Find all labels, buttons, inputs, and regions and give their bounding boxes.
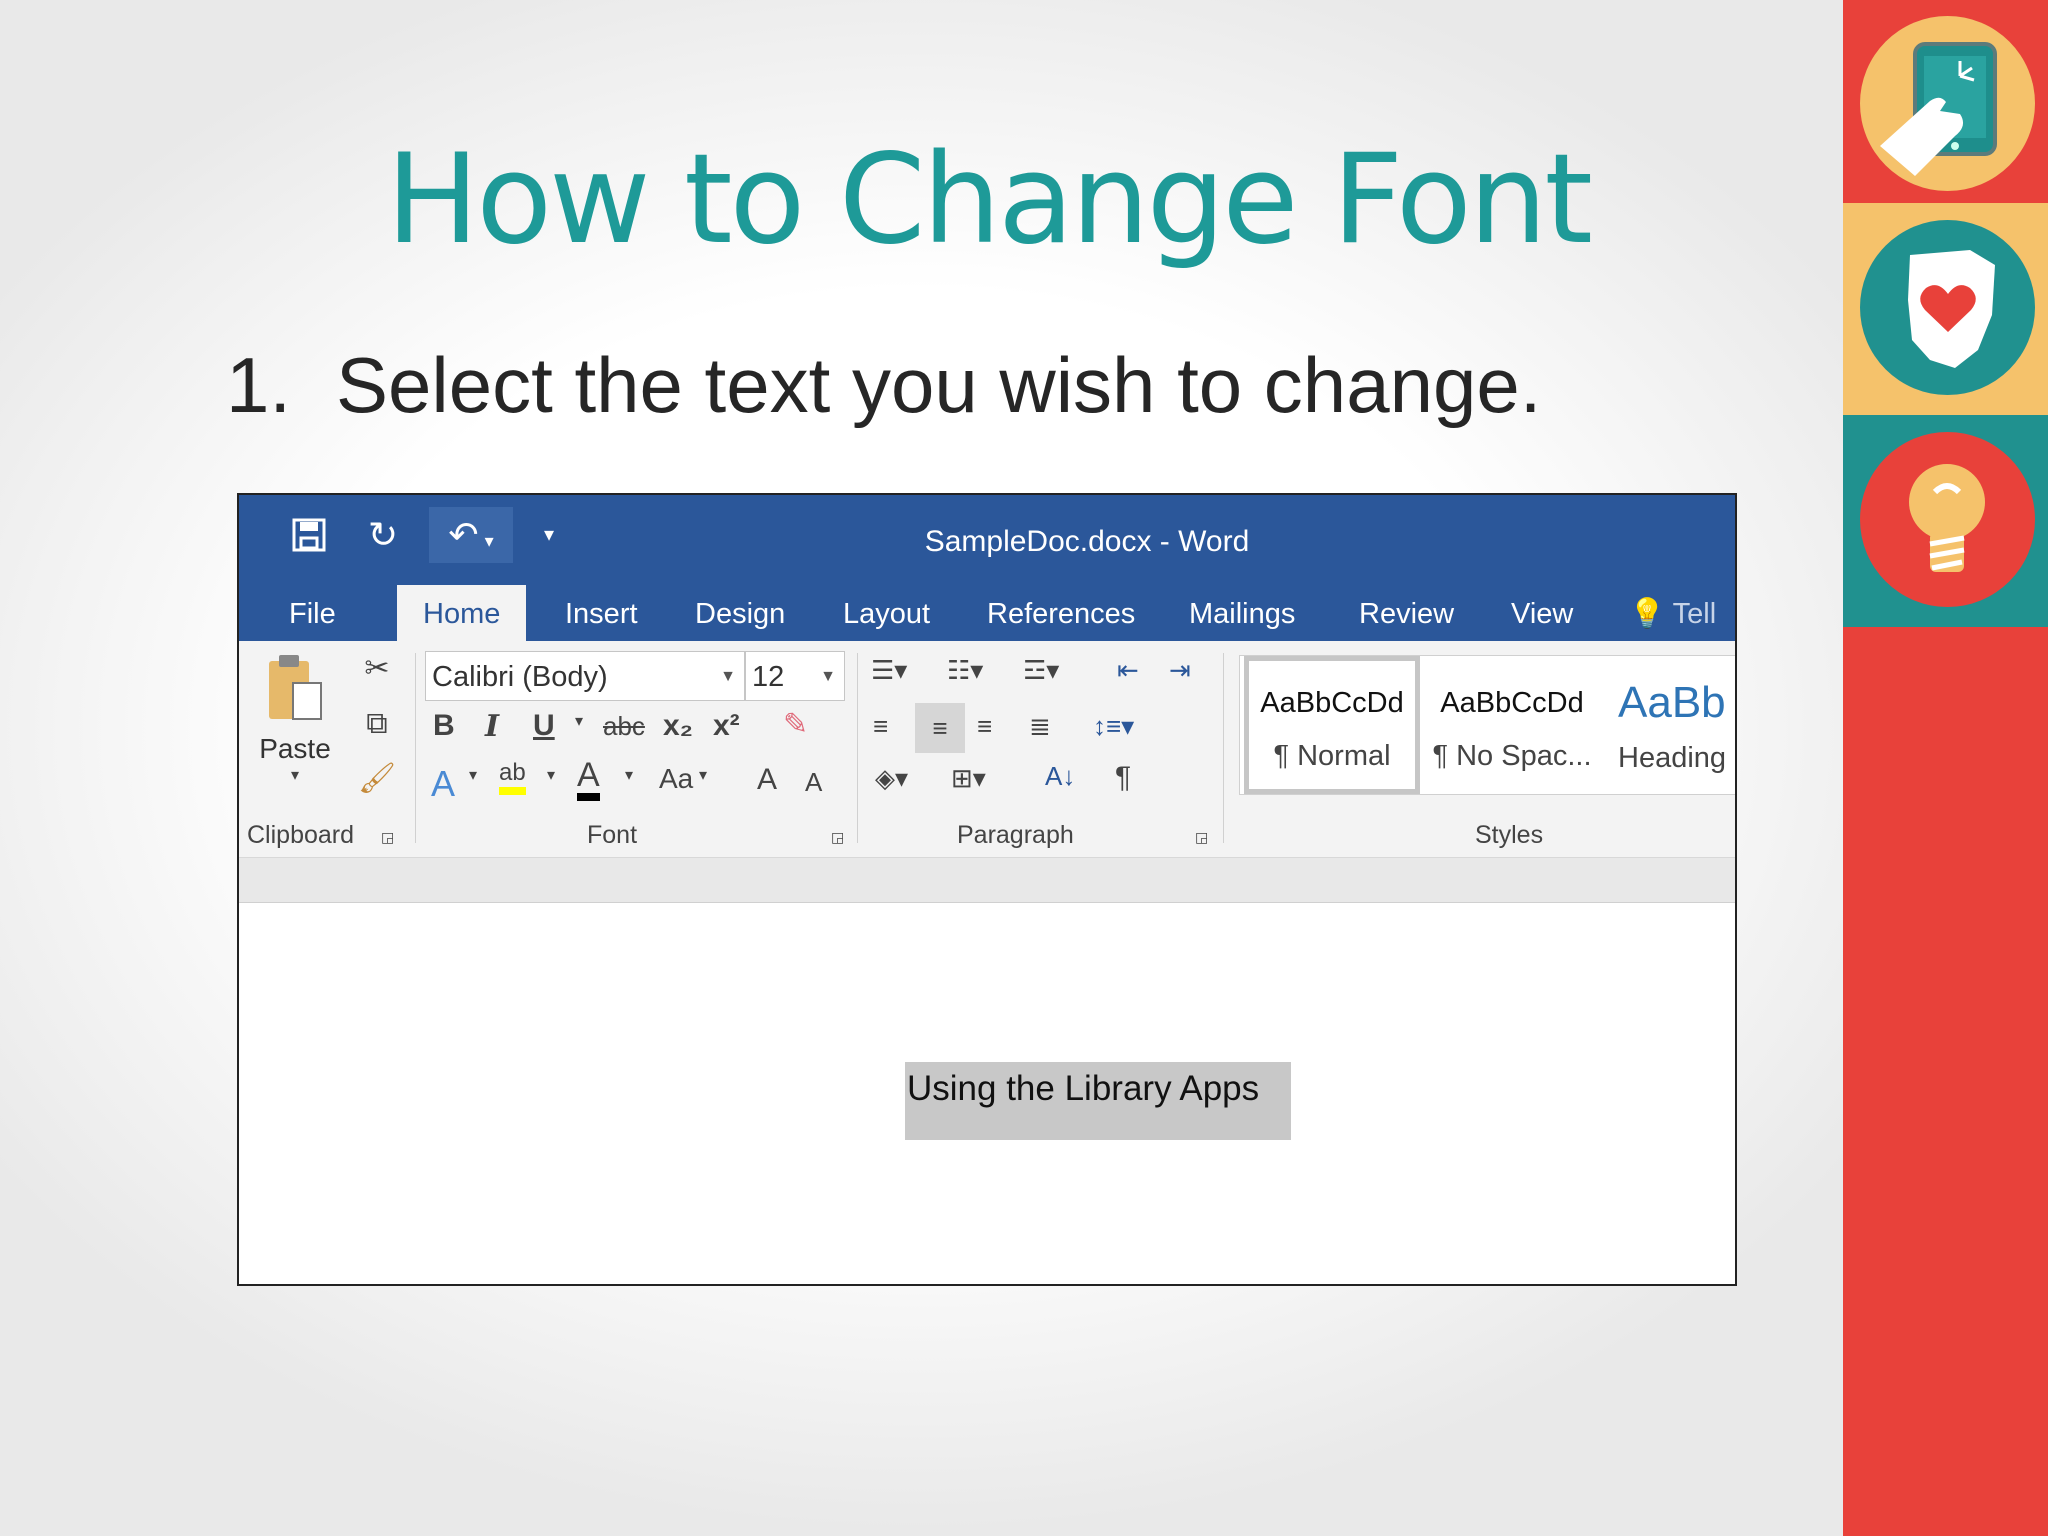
tab-references[interactable]: References (987, 585, 1135, 641)
separator (857, 653, 858, 843)
clipboard-group-label: Clipboard (247, 821, 355, 849)
numbering-icon[interactable]: ☷▾ (947, 655, 983, 686)
clipboard-icon (269, 655, 322, 720)
highlight-dropdown-icon[interactable]: ▾ (547, 765, 555, 785)
window-title: SampleDoc.docx - Word (924, 525, 1250, 558)
style-name: ¶ No Spac... (1432, 740, 1592, 772)
justify-icon[interactable]: ≣ (1029, 711, 1051, 742)
change-case-button[interactable]: Aa (659, 763, 693, 795)
align-left-icon[interactable]: ≡ (873, 711, 888, 742)
separator (415, 653, 416, 843)
style-heading[interactable]: AaBb Heading (1604, 656, 1735, 794)
highlight-button[interactable]: ab (499, 759, 526, 795)
tab-view[interactable]: View (1511, 585, 1573, 641)
tab-layout[interactable]: Layout (843, 585, 930, 641)
align-right-icon[interactable]: ≡ (977, 711, 992, 742)
text-effects-button[interactable]: A (431, 763, 455, 805)
step-text: Select the text you wish to change. (336, 341, 1542, 429)
multilevel-list-icon[interactable]: ☲▾ (1023, 655, 1059, 686)
word-titlebar: ↻ ↶ ▾ ▾ SampleDoc.docx - Word File Home I… (239, 495, 1735, 641)
shading-icon[interactable]: ◈▾ (875, 763, 908, 794)
ribbon-tabs: File Home Insert Design Layout Reference… (239, 585, 1735, 641)
align-center-icon[interactable]: ≡ (915, 703, 965, 753)
font-name-combo[interactable]: Calibri (Body) ▼ (425, 651, 745, 701)
paragraph-group-label: Paragraph (957, 821, 1074, 849)
lightbulb-icon (1860, 432, 2035, 607)
format-painter-icon[interactable]: 🖌 (357, 761, 397, 796)
borders-icon[interactable]: ⊞▾ (951, 763, 986, 794)
style-no-spacing[interactable]: AaBbCcDd ¶ No Spac... (1424, 656, 1600, 794)
cut-icon[interactable]: ✂ (357, 651, 397, 686)
tab-design[interactable]: Design (695, 585, 785, 641)
font-size-combo[interactable]: 12 ▼ (745, 651, 845, 701)
underline-button[interactable]: U (533, 709, 555, 743)
tab-insert[interactable]: Insert (565, 585, 638, 641)
ribbon-home: Paste ▾ ✂ ⧉ 🖌 Clipboard ◲ Calibri (Body)… (239, 641, 1735, 903)
word-screenshot: ↻ ↶ ▾ ▾ SampleDoc.docx - Word File Home I… (237, 493, 1737, 1286)
font-group-label: Font (587, 821, 638, 849)
clipboard-launcher-icon[interactable]: ◲ (381, 829, 394, 846)
selected-text[interactable]: Using the Library Apps (905, 1062, 1291, 1140)
step-number: 1. (226, 341, 292, 429)
copy-icon[interactable]: ⧉ (357, 707, 397, 741)
grow-font-button[interactable]: A (757, 763, 777, 797)
tab-file[interactable]: File (289, 585, 336, 641)
change-case-dropdown-icon[interactable]: ▾ (699, 765, 707, 785)
font-size-dropdown-icon[interactable]: ▼ (820, 652, 836, 702)
style-preview: AaBbCcDd (1440, 687, 1584, 719)
clear-formatting-icon[interactable]: ✎ (783, 707, 808, 742)
styles-group-label: Styles (1475, 821, 1544, 849)
paragraph-launcher-icon[interactable]: ◲ (1195, 829, 1208, 846)
underline-dropdown-icon[interactable]: ▾ (575, 711, 583, 731)
tab-home[interactable]: Home (397, 585, 527, 641)
strikethrough-button[interactable]: abc (603, 711, 645, 742)
paste-dropdown-icon: ▾ (290, 767, 300, 784)
ohio-heart-icon (1860, 220, 2035, 395)
italic-button[interactable]: I (485, 709, 499, 744)
style-name: Heading (1618, 742, 1727, 774)
style-normal[interactable]: AaBbCcDd ¶ Normal (1244, 656, 1420, 794)
font-name-dropdown-icon[interactable]: ▼ (720, 652, 736, 702)
tab-mailings[interactable]: Mailings (1189, 585, 1295, 641)
style-preview: AaBbCcDd (1260, 687, 1404, 719)
shrink-font-button[interactable]: A (805, 767, 822, 798)
increase-indent-icon[interactable]: ⇥ (1169, 655, 1191, 686)
ruler-strip (239, 857, 1735, 903)
separator (1223, 653, 1224, 843)
sort-button[interactable]: A↓ (1045, 761, 1075, 792)
styles-gallery: AaBbCcDd ¶ Normal AaBbCcDd ¶ No Spac... … (1239, 655, 1735, 795)
slide-title: How to Change Font (386, 128, 1593, 272)
side-bar (1843, 0, 2048, 1536)
font-launcher-icon[interactable]: ◲ (831, 829, 844, 846)
paste-button[interactable]: Paste ▾ (259, 653, 331, 784)
step-1: 1. Select the text you wish to change. (226, 340, 1541, 431)
font-color-button[interactable]: A (577, 757, 600, 801)
style-name: ¶ Normal (1273, 740, 1391, 772)
subscript-button[interactable]: x₂ (663, 709, 693, 743)
document-body[interactable]: Using the Library Apps (239, 909, 1735, 1284)
line-spacing-icon[interactable]: ↕≡▾ (1093, 711, 1134, 742)
lightbulb-small-icon: 💡 (1629, 598, 1666, 630)
decrease-indent-icon[interactable]: ⇤ (1117, 655, 1139, 686)
bullets-icon[interactable]: ☰▾ (871, 655, 907, 686)
superscript-button[interactable]: x² (713, 709, 740, 743)
paste-label: Paste (259, 733, 331, 764)
bold-button[interactable]: B (433, 709, 455, 743)
tell-me[interactable]: 💡 Tell (1629, 585, 1716, 641)
style-preview: AaBb (1618, 678, 1726, 727)
text-effects-dropdown-icon[interactable]: ▾ (469, 765, 477, 785)
tablet-touch-icon (1860, 16, 2035, 191)
font-color-dropdown-icon[interactable]: ▾ (625, 765, 633, 785)
tab-review[interactable]: Review (1359, 585, 1454, 641)
show-marks-button[interactable]: ¶ (1115, 761, 1131, 795)
